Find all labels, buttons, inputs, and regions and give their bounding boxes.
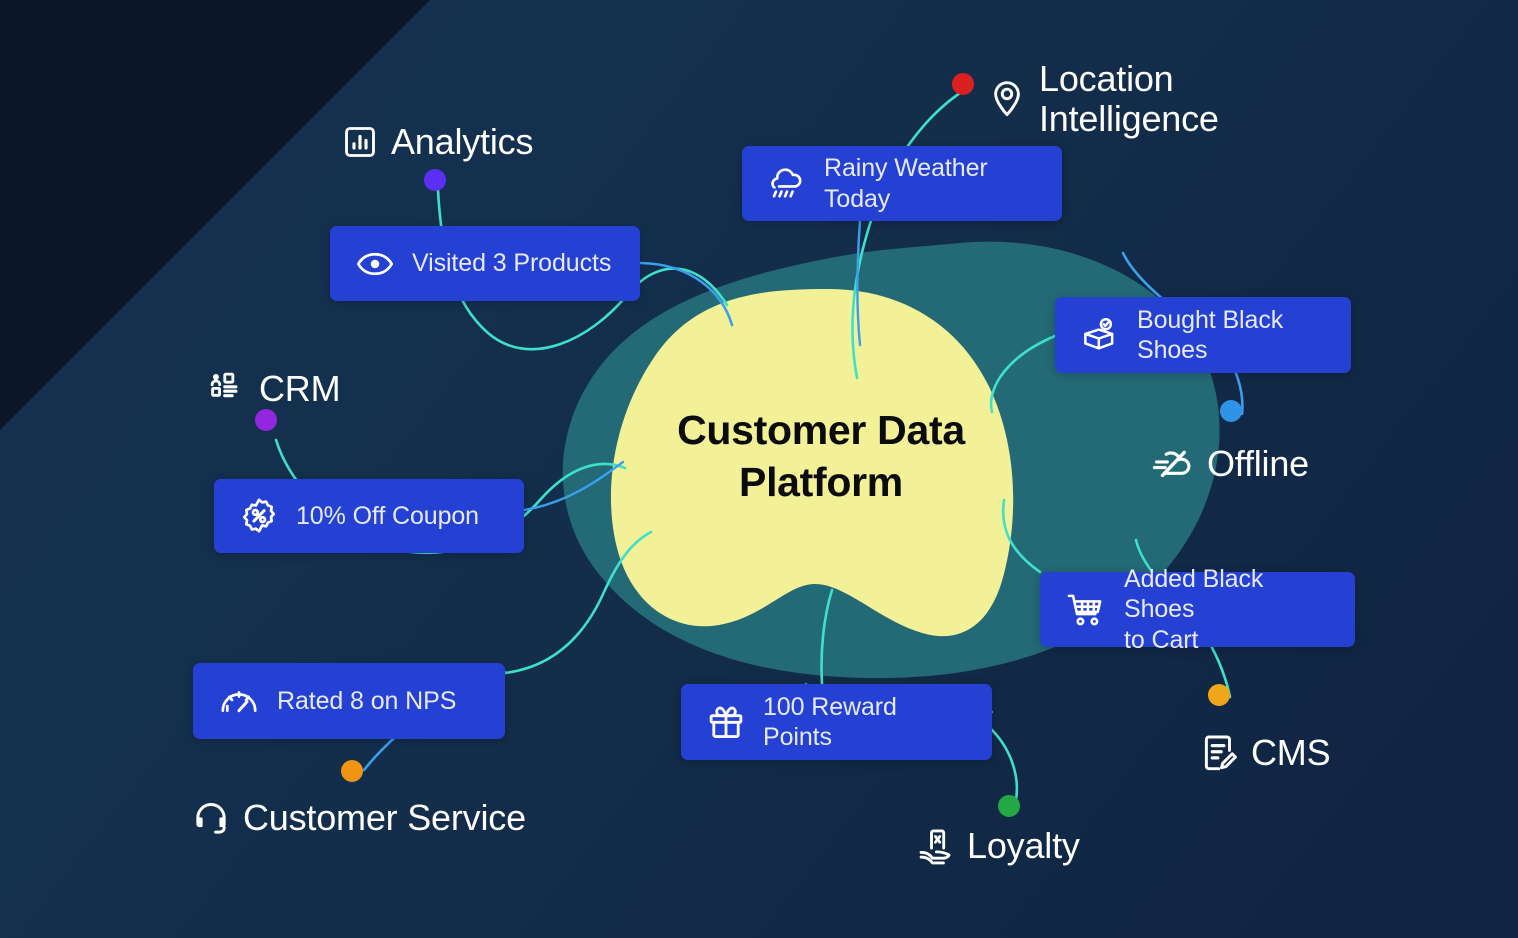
cdp-diagram: Customer Data Platform Analytics Locatio… bbox=[0, 0, 1518, 938]
page-title: Customer Data Platform bbox=[677, 407, 965, 505]
coupon-percent-icon bbox=[240, 497, 278, 535]
event-card-added-to-cart[interactable]: Added Black Shoes to Cart bbox=[1040, 565, 1355, 654]
gauge-icon bbox=[219, 686, 259, 716]
event-card-off-coupon[interactable]: 10% Off Coupon bbox=[214, 479, 524, 553]
source-node-cms[interactable]: CMS bbox=[1200, 732, 1331, 773]
event-card-reward-points[interactable]: 100 Reward Points bbox=[681, 684, 992, 760]
event-card-rainy-weather[interactable]: Rainy Weather Today bbox=[742, 146, 1062, 221]
connector-dot-crm bbox=[255, 409, 277, 431]
source-node-analytics[interactable]: Analytics bbox=[342, 121, 534, 162]
event-card-label: Rated 8 on NPS bbox=[277, 686, 457, 715]
source-node-customer-service[interactable]: Customer Service bbox=[192, 797, 526, 838]
rain-cloud-icon bbox=[768, 166, 806, 202]
loyalty-card-icon bbox=[916, 827, 954, 865]
cloud-offline-icon bbox=[1152, 447, 1194, 481]
connector-dot-cms bbox=[1208, 684, 1230, 706]
connector-dot-loyalty bbox=[998, 795, 1020, 817]
source-label-loyalty: Loyalty bbox=[967, 825, 1080, 866]
source-label-customer-service: Customer Service bbox=[243, 797, 526, 838]
map-pin-icon bbox=[988, 79, 1026, 119]
eye-icon bbox=[356, 250, 394, 278]
event-card-label: 10% Off Coupon bbox=[296, 501, 479, 530]
event-card-visited-products[interactable]: Visited 3 Products bbox=[330, 226, 640, 301]
event-card-label: Rainy Weather Today bbox=[824, 154, 988, 213]
source-label-location-intelligence: Location Intelligence bbox=[1039, 58, 1219, 140]
box-check-icon bbox=[1081, 317, 1119, 353]
source-label-cms: CMS bbox=[1251, 732, 1331, 773]
event-card-rated-nps[interactable]: Rated 8 on NPS bbox=[193, 663, 505, 739]
source-node-offline[interactable]: Offline bbox=[1152, 443, 1309, 484]
contact-card-icon bbox=[208, 370, 246, 408]
connector-dot-customer-service bbox=[341, 760, 363, 782]
event-card-label: Added Black Shoes to Cart bbox=[1124, 564, 1264, 654]
source-label-offline: Offline bbox=[1207, 443, 1309, 484]
gift-icon bbox=[707, 703, 745, 741]
connector-dot-offline bbox=[1220, 400, 1242, 422]
source-node-loyalty[interactable]: Loyalty bbox=[916, 825, 1080, 866]
event-card-label: Visited 3 Products bbox=[412, 249, 612, 278]
source-node-location-intelligence[interactable]: Location Intelligence bbox=[988, 58, 1219, 140]
source-label-crm: CRM bbox=[259, 368, 341, 409]
bar-chart-icon bbox=[342, 124, 378, 160]
headset-icon bbox=[192, 799, 230, 837]
event-card-bought-black-shoes[interactable]: Bought Black Shoes bbox=[1055, 297, 1351, 373]
connector-dot-location-intelligence bbox=[952, 73, 974, 95]
source-node-crm[interactable]: CRM bbox=[208, 368, 341, 409]
shopping-cart-icon bbox=[1066, 592, 1106, 628]
event-card-label: 100 Reward Points bbox=[763, 692, 897, 752]
document-edit-icon bbox=[1200, 733, 1238, 773]
connector-dot-analytics bbox=[424, 169, 446, 191]
event-card-label: Bought Black Shoes bbox=[1137, 305, 1284, 365]
source-label-analytics: Analytics bbox=[391, 121, 534, 162]
